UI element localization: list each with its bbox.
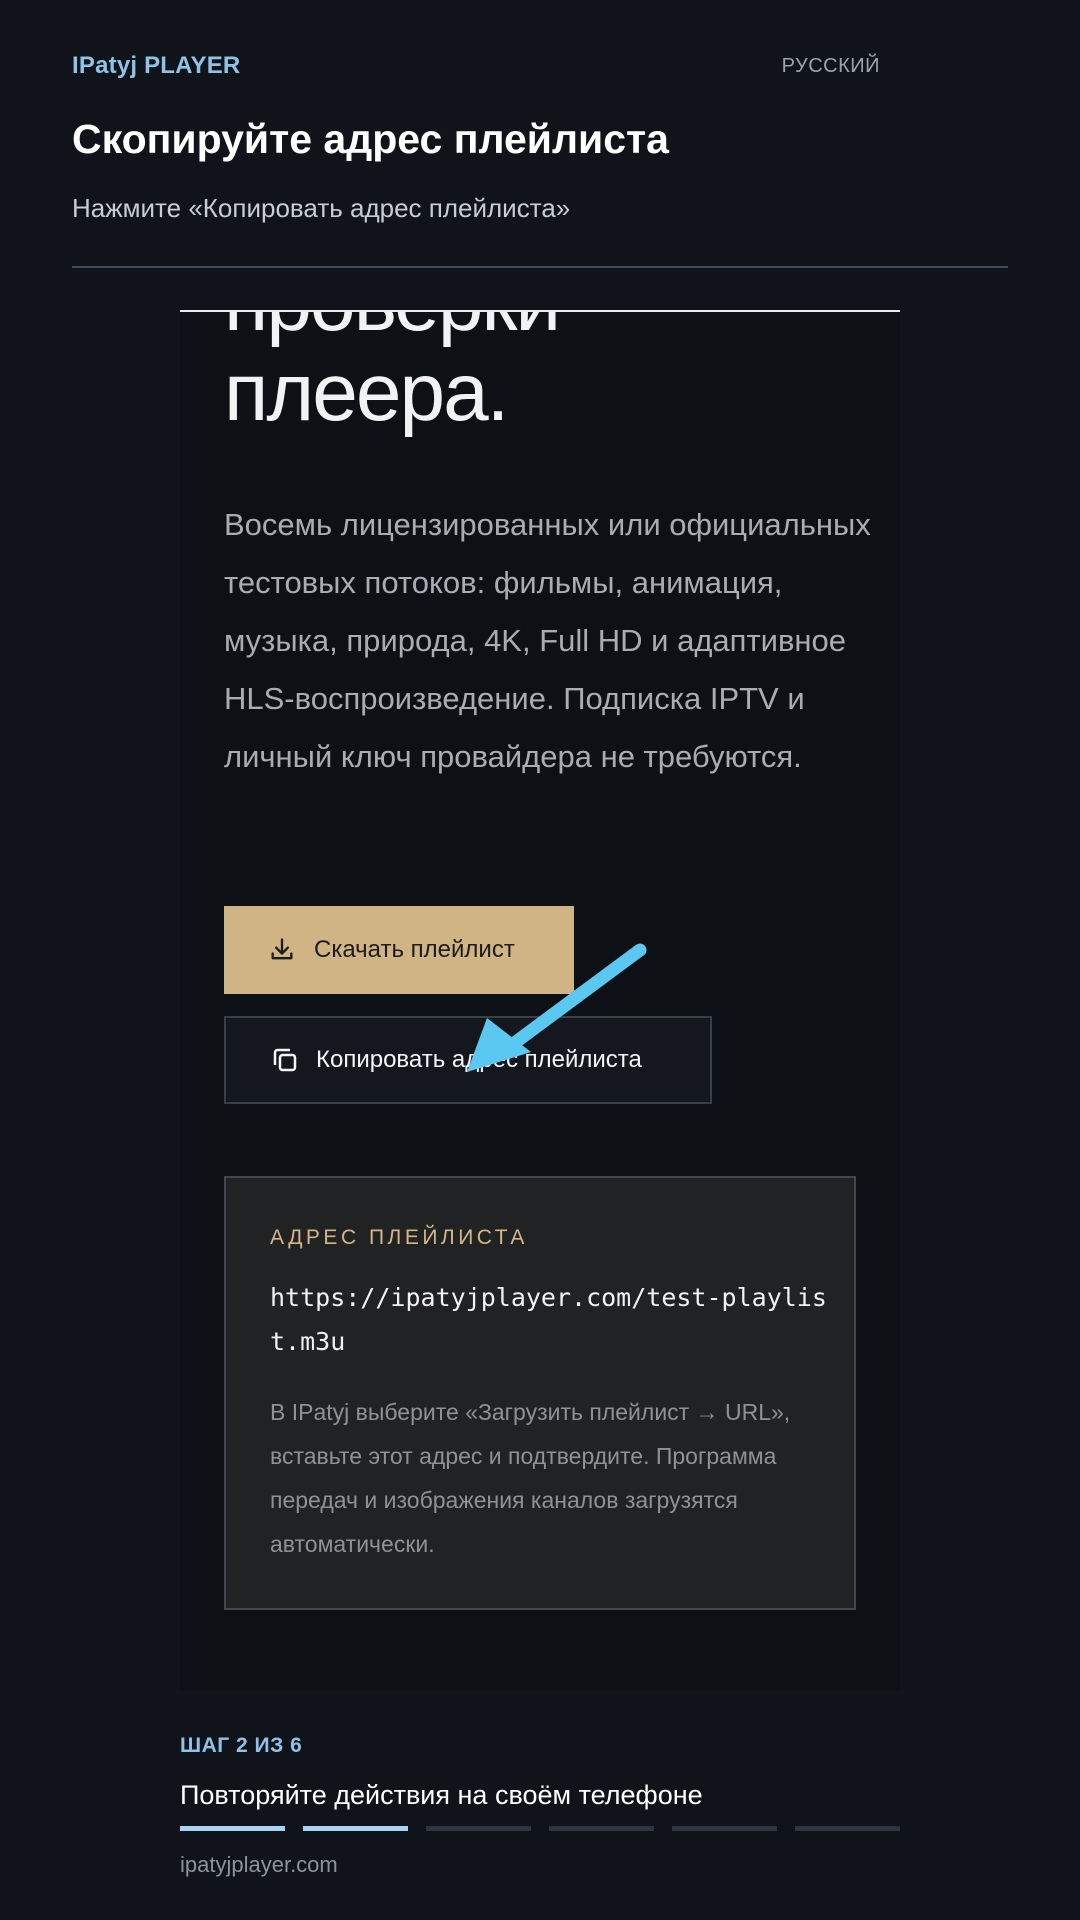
- hero-heading: проверки плеера.: [224, 310, 561, 438]
- page-title: Скопируйте адрес плейлиста: [72, 116, 669, 162]
- step-progress-segment: [303, 1826, 408, 1831]
- playlist-address-card: АДРЕС ПЛЕЙЛИСТА https://ipatyjplayer.com…: [224, 1176, 856, 1610]
- playlist-instructions: В IPatyj выберите «Загрузить плейлист → …: [270, 1399, 791, 1557]
- step-progress-segment: [672, 1826, 777, 1831]
- hero-description: Восемь лицензированных или официальных т…: [224, 507, 871, 774]
- step-title: Повторяйте действия на своём телефоне: [180, 1780, 703, 1810]
- step-progress-bar: [180, 1826, 900, 1831]
- screenshot-panel: проверки плеера. Восемь лицензированных …: [180, 310, 900, 1690]
- panel-top-border: [180, 310, 900, 312]
- page-subtitle: Нажмите «Копировать адрес плейлиста»: [72, 193, 571, 223]
- playlist-address-label: АДРЕС ПЛЕЙЛИСТА: [270, 1226, 528, 1249]
- download-icon: [271, 938, 293, 960]
- copy-playlist-address-label: Копировать адрес плейлиста: [316, 1046, 642, 1073]
- tutorial-page: IPatyj PLAYER РУССКИЙ Скопируйте адрес п…: [0, 0, 1080, 1920]
- download-playlist-label: Скачать плейлист: [314, 936, 515, 963]
- copy-icon: [273, 1048, 297, 1072]
- step-progress-segment: [549, 1826, 654, 1831]
- step-progress-segment: [795, 1826, 900, 1831]
- header-divider: [72, 266, 1008, 268]
- hero-line-1: проверки: [224, 310, 561, 348]
- language-selector[interactable]: РУССКИЙ: [782, 55, 880, 78]
- step-counter: ШАГ 2 ИЗ 6: [180, 1734, 303, 1757]
- download-playlist-button[interactable]: Скачать плейлист: [224, 906, 574, 994]
- step-progress-segment: [426, 1826, 531, 1831]
- footer-domain: ipatyjplayer.com: [180, 1852, 338, 1877]
- step-progress-segment: [180, 1826, 285, 1831]
- playlist-url[interactable]: https://ipatyjplayer.com/test-playlist.m…: [270, 1276, 830, 1364]
- brand-logo: IPatyj PLAYER: [72, 52, 241, 79]
- hero-line-2: плеера.: [224, 347, 509, 438]
- copy-playlist-address-button[interactable]: Копировать адрес плейлиста: [224, 1016, 712, 1104]
